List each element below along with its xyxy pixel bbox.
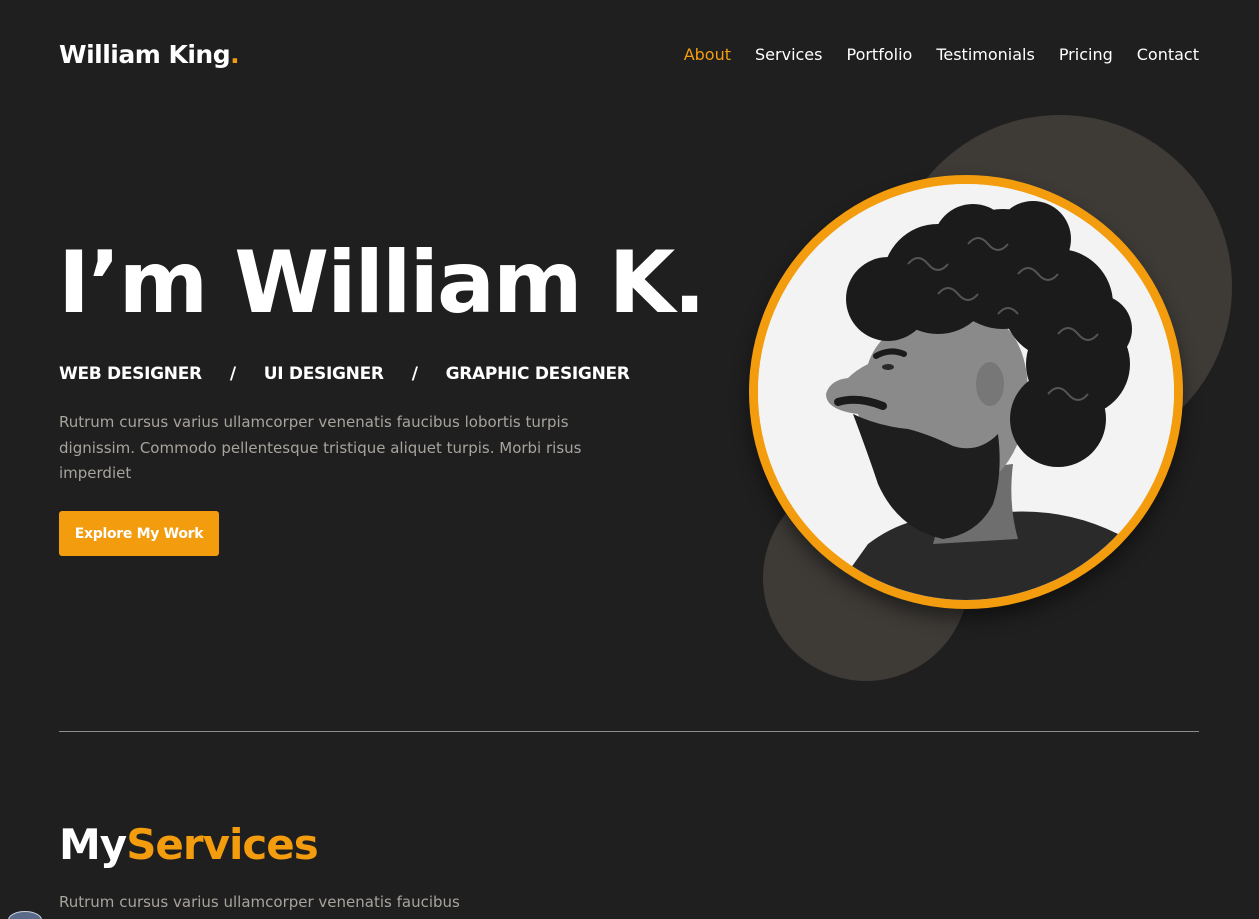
nav-link-pricing[interactable]: Pricing — [1059, 45, 1113, 64]
floating-widget-icon[interactable] — [8, 911, 42, 919]
role-graphic-designer: GRAPHIC DESIGNER — [445, 364, 630, 384]
services-description: Rutrum cursus varius ullamcorper venenat… — [59, 893, 460, 911]
role-web-designer: WEB DESIGNER — [59, 364, 202, 384]
nav-link-portfolio[interactable]: Portfolio — [846, 45, 912, 64]
hero-title: I’m William K. — [58, 233, 706, 333]
role-separator: / — [229, 364, 236, 384]
portrait-illustration — [758, 184, 1174, 600]
role-separator: / — [411, 364, 418, 384]
nav-link-services[interactable]: Services — [755, 45, 822, 64]
services-title-plain: My — [59, 820, 127, 869]
nav-link-contact[interactable]: Contact — [1137, 45, 1199, 64]
services-title-accent: Services — [126, 820, 319, 869]
section-divider — [59, 731, 1199, 732]
portrait-photo — [758, 184, 1174, 600]
page: William King. About Services Portfolio T… — [0, 0, 1259, 919]
role-ui-designer: UI DESIGNER — [263, 364, 384, 384]
main-nav: About Services Portfolio Testimonials Pr… — [684, 45, 1199, 64]
nav-link-about[interactable]: About — [684, 45, 731, 64]
hero-roles: WEB DESIGNER / UI DESIGNER / GRAPHIC DES… — [59, 364, 630, 384]
hero-description: Rutrum cursus varius ullamcorper venenat… — [59, 413, 582, 482]
logo-dot: . — [230, 40, 240, 69]
portrait-frame — [749, 175, 1183, 609]
logo-name: William King — [59, 40, 231, 69]
logo[interactable]: William King. — [59, 40, 240, 69]
services-title: MyServices — [59, 820, 319, 869]
explore-work-button[interactable]: Explore My Work — [59, 511, 219, 556]
nav-link-testimonials[interactable]: Testimonials — [936, 45, 1035, 64]
